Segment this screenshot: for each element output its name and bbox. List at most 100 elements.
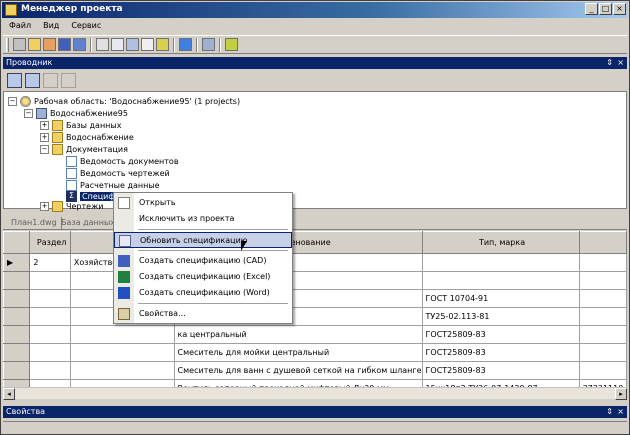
table-cell[interactable]: Смеситель для мойки центральный xyxy=(173,343,423,362)
tree-item-databases[interactable]: + Базы данных xyxy=(40,119,121,131)
table-cell[interactable] xyxy=(578,289,627,308)
scroll-left-icon[interactable]: ◂ xyxy=(3,388,15,400)
row-header[interactable] xyxy=(3,271,31,290)
tree-item-drawing-list[interactable]: Ведомость чертежей xyxy=(66,167,170,179)
save-icon[interactable] xyxy=(58,38,71,51)
maximize-button[interactable]: □ xyxy=(599,3,612,15)
menu-item-exclude[interactable]: Исключить из проекта xyxy=(114,211,292,227)
horizontal-scrollbar[interactable]: ◂ ▸ xyxy=(3,387,627,400)
row-header[interactable] xyxy=(3,343,31,362)
table-cell[interactable]: ГОСТ25809-83 xyxy=(421,361,580,380)
table-cell[interactable]: ГОСТ25809-83 xyxy=(421,343,580,362)
toolbar-grip[interactable] xyxy=(6,37,9,52)
table-row[interactable]: ка центральный ГОСТ25809-83 xyxy=(3,325,627,344)
table-cell[interactable]: ка центральный xyxy=(173,325,423,344)
open-folder-icon[interactable] xyxy=(28,38,41,51)
close-icon[interactable]: × xyxy=(617,406,624,418)
table-cell[interactable] xyxy=(578,361,627,380)
table-cell[interactable] xyxy=(69,325,175,344)
tree-item-docs[interactable]: − Документация xyxy=(40,143,128,155)
tree-item-workspace[interactable]: − Рабочая область: 'Водоснабжение95' (1 … xyxy=(8,95,240,107)
table-cell[interactable] xyxy=(578,307,627,326)
tab-plan1[interactable]: План1.dwg xyxy=(7,217,62,230)
collapse-toggle[interactable]: − xyxy=(24,108,33,118)
categorized-view-icon[interactable] xyxy=(7,73,22,88)
check-icon[interactable] xyxy=(141,38,154,51)
table-cell[interactable] xyxy=(421,253,580,272)
table-row[interactable]: ▶ 2 Хозяйстве xyxy=(3,253,627,272)
menu-item-properties[interactable]: Свойства... xyxy=(114,306,292,322)
table-cell[interactable] xyxy=(29,307,71,326)
table-cell[interactable]: Смеситель для ванн с душевой сеткой на г… xyxy=(173,361,423,380)
minimize-button[interactable]: _ xyxy=(585,3,598,15)
save-all-icon[interactable] xyxy=(73,38,86,51)
document-tabs: План1.dwg База данных... xyxy=(3,216,627,230)
title-bar[interactable]: Менеджер проекта _ □ × xyxy=(2,2,628,18)
table-cell[interactable] xyxy=(29,325,71,344)
options-icon[interactable] xyxy=(126,38,139,51)
expand-toggle[interactable]: + xyxy=(40,132,49,142)
table-row[interactable]: Смеситель для мойки центральный ГОСТ25809… xyxy=(3,343,627,362)
arrow-down-icon[interactable] xyxy=(61,73,76,88)
add-icon[interactable] xyxy=(96,38,109,51)
table-cell[interactable]: ГОСТ 10704-91 xyxy=(421,289,580,308)
row-header[interactable] xyxy=(3,289,31,308)
table-cell[interactable]: ГОСТ25809-83 xyxy=(421,325,580,344)
pin-icon[interactable]: ⇕ xyxy=(606,57,613,69)
table-cell[interactable] xyxy=(69,343,175,362)
collapse-toggle[interactable]: − xyxy=(8,96,17,106)
row-header[interactable] xyxy=(3,325,31,344)
table-cell[interactable] xyxy=(421,271,580,290)
table-row[interactable] xyxy=(3,271,627,290)
table-row[interactable]: ыпычатый РУ10 Ду20 ммТУ25-02.113-81 xyxy=(3,307,627,326)
pin-icon[interactable]: ⇕ xyxy=(606,406,613,418)
menu-item-create-excel[interactable]: Создать спецификацию (Excel) xyxy=(114,269,292,285)
column-header[interactable] xyxy=(578,231,627,254)
column-header-section[interactable]: Раздел xyxy=(29,231,71,254)
close-icon[interactable]: × xyxy=(617,57,624,69)
menu-service[interactable]: Сервис xyxy=(65,19,107,34)
close-button[interactable]: × xyxy=(613,3,626,15)
menu-file[interactable]: Файл xyxy=(3,19,37,34)
table-cell[interactable]: ТУ25-02.113-81 xyxy=(421,307,580,326)
tree-item-drawings[interactable]: + Чертежи xyxy=(40,200,103,212)
menu-item-create-word[interactable]: Создать спецификацию (Word) xyxy=(114,285,292,301)
row-header[interactable] xyxy=(3,307,31,326)
tree-item-doc-list[interactable]: Ведомость документов xyxy=(66,155,179,167)
settings-icon[interactable] xyxy=(13,38,26,51)
list-icon[interactable] xyxy=(202,38,215,51)
table-cell[interactable]: 2 xyxy=(29,253,71,272)
new-icon[interactable] xyxy=(43,38,56,51)
table-cell[interactable] xyxy=(578,325,627,344)
tree-item-project[interactable]: − Водоснабжение95 xyxy=(24,107,128,119)
expand-toggle[interactable]: + xyxy=(40,201,49,211)
table-cell[interactable] xyxy=(29,343,71,362)
expand-toggle[interactable]: + xyxy=(40,120,49,130)
table-row[interactable]: Смеситель для ванн с душевой сеткой на г… xyxy=(3,361,627,380)
table-row[interactable]: альных трубГОСТ 10704-91 xyxy=(3,289,627,308)
sort-icon[interactable] xyxy=(25,73,40,88)
table-cell[interactable] xyxy=(29,361,71,380)
menu-item-create-cad[interactable]: Создать спецификацию (CAD) xyxy=(114,253,292,269)
menu-item-label: Создать спецификацию (Word) xyxy=(139,288,270,297)
menu-view[interactable]: Вид xyxy=(37,19,65,34)
grid-icon[interactable] xyxy=(179,38,192,51)
table-cell[interactable] xyxy=(578,271,627,290)
menu-item-update-spec[interactable]: Обновить спецификацию xyxy=(114,232,292,248)
arrow-up-icon[interactable] xyxy=(43,73,58,88)
table-cell[interactable] xyxy=(578,253,627,272)
table-cell[interactable] xyxy=(578,343,627,362)
window-icon[interactable] xyxy=(111,38,124,51)
row-header[interactable]: ▶ xyxy=(3,253,31,272)
tree-item-water[interactable]: + Водоснабжение xyxy=(40,131,134,143)
menu-item-open[interactable]: Открыть xyxy=(114,195,292,211)
table-cell[interactable] xyxy=(69,361,175,380)
scroll-right-icon[interactable]: ▸ xyxy=(615,388,627,400)
export-icon[interactable] xyxy=(156,38,169,51)
table-cell[interactable] xyxy=(29,271,71,290)
collapse-toggle[interactable]: − xyxy=(40,144,49,154)
table-cell[interactable] xyxy=(29,289,71,308)
tool-icon[interactable] xyxy=(225,38,238,51)
row-header[interactable] xyxy=(3,361,31,380)
column-header-type[interactable]: Тип, марка xyxy=(421,231,580,254)
